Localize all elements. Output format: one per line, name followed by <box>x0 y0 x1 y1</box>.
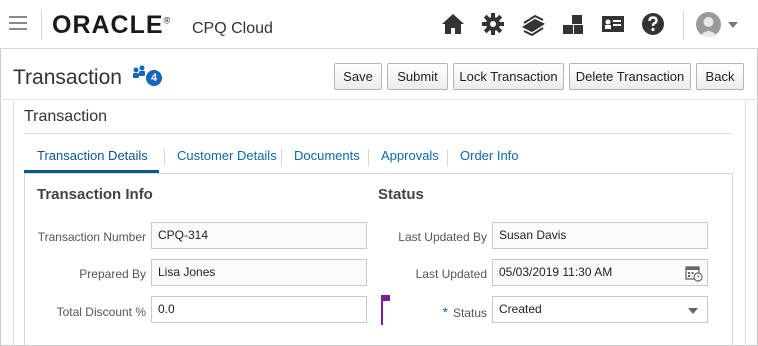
chevron-down-icon <box>688 308 698 314</box>
documents-stack-icon[interactable] <box>519 10 547 38</box>
tab-documents[interactable]: Documents <box>281 143 368 173</box>
tab-bar: Transaction Details Customer Details Doc… <box>24 143 734 173</box>
prepared-by-field: Lisa Jones <box>151 259 367 286</box>
status-selected-value: Created <box>499 302 542 316</box>
section-divider <box>24 133 732 134</box>
app-header: ORACLE® CPQ Cloud <box>0 0 758 49</box>
prepared-by-label: Prepared By <box>79 267 146 281</box>
tab-order-info[interactable]: Order Info <box>447 143 527 173</box>
calendar-icon[interactable] <box>685 264 703 282</box>
chevron-down-icon[interactable] <box>728 22 738 28</box>
hamburger-menu-icon[interactable] <box>9 16 27 30</box>
last-updated-value: 05/03/2019 11:30 AM <box>499 265 613 279</box>
transaction-number-field: CPQ-314 <box>151 222 367 249</box>
user-avatar[interactable] <box>696 12 721 37</box>
tab-customer-details[interactable]: Customer Details <box>164 143 281 173</box>
help-icon[interactable] <box>639 10 667 38</box>
page-title: Transaction <box>13 66 122 89</box>
transaction-toolbar: Transaction 4 Save Submit Lock Transacti… <box>0 50 758 100</box>
last-updated-label: Last Updated <box>415 267 487 281</box>
header-divider <box>683 10 684 40</box>
boxes-icon[interactable] <box>559 10 587 38</box>
contact-card-icon[interactable] <box>599 10 627 38</box>
gear-icon[interactable] <box>479 10 507 38</box>
submit-button[interactable]: Submit <box>387 63 448 90</box>
transaction-details-form: Transaction Info Transaction Number CPQ-… <box>24 174 733 346</box>
status-label: * Status <box>442 304 487 320</box>
status-heading: Status <box>378 186 424 203</box>
tab-transaction-details[interactable]: Transaction Details <box>24 143 159 173</box>
tab-approvals[interactable]: Approvals <box>368 143 447 173</box>
save-button[interactable]: Save <box>334 63 382 90</box>
transaction-panel: Transaction Transaction Details Customer… <box>13 101 746 346</box>
oracle-logo: ORACLE® <box>52 11 172 39</box>
participants-count-badge[interactable]: 4 <box>146 70 162 86</box>
section-title: Transaction <box>24 108 107 125</box>
status-select[interactable]: Created <box>492 296 708 323</box>
required-indicator: * <box>442 304 448 320</box>
last-updated-by-label: Last Updated By <box>398 230 487 244</box>
home-icon[interactable] <box>439 10 467 38</box>
last-updated-by-field: Susan Davis <box>492 222 708 249</box>
product-name: CPQ Cloud <box>192 20 273 37</box>
transaction-number-label: Transaction Number <box>37 230 146 244</box>
total-discount-input[interactable]: 0.0 <box>151 296 367 323</box>
lock-transaction-button[interactable]: Lock Transaction <box>453 63 564 90</box>
back-button[interactable]: Back <box>696 63 744 90</box>
transaction-info-heading: Transaction Info <box>37 186 153 203</box>
delete-transaction-button[interactable]: Delete Transaction <box>569 63 691 90</box>
total-discount-label: Total Discount % <box>56 305 146 319</box>
header-divider <box>41 10 42 40</box>
last-updated-field: 05/03/2019 11:30 AM <box>492 259 708 286</box>
